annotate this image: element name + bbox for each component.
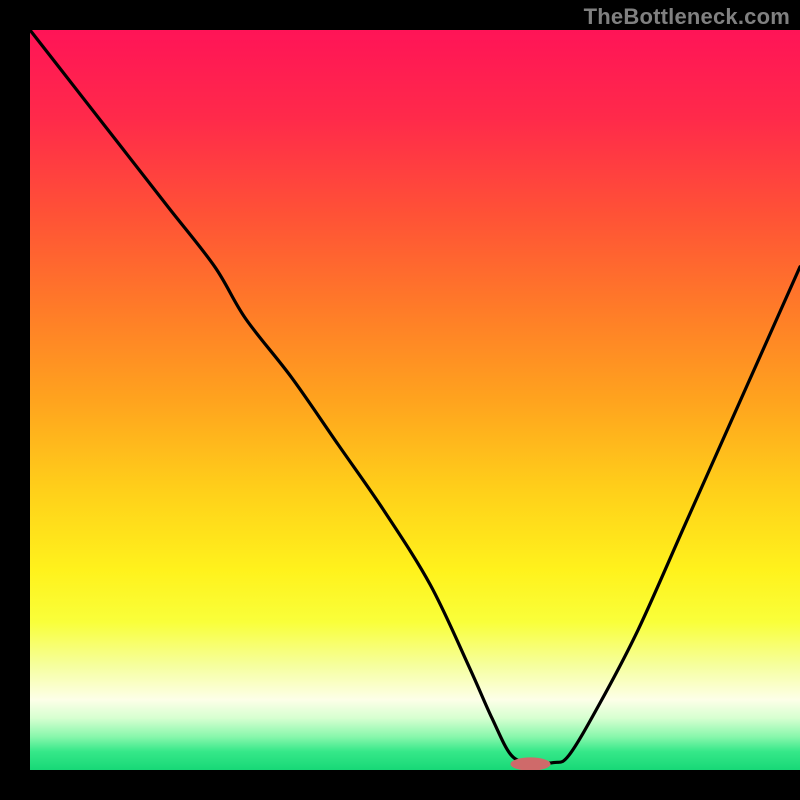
plot-area bbox=[30, 30, 800, 770]
gradient-background bbox=[30, 30, 800, 770]
watermark-text: TheBottleneck.com bbox=[584, 4, 790, 30]
bottleneck-chart-svg bbox=[30, 30, 800, 770]
chart-frame: TheBottleneck.com bbox=[0, 0, 800, 800]
